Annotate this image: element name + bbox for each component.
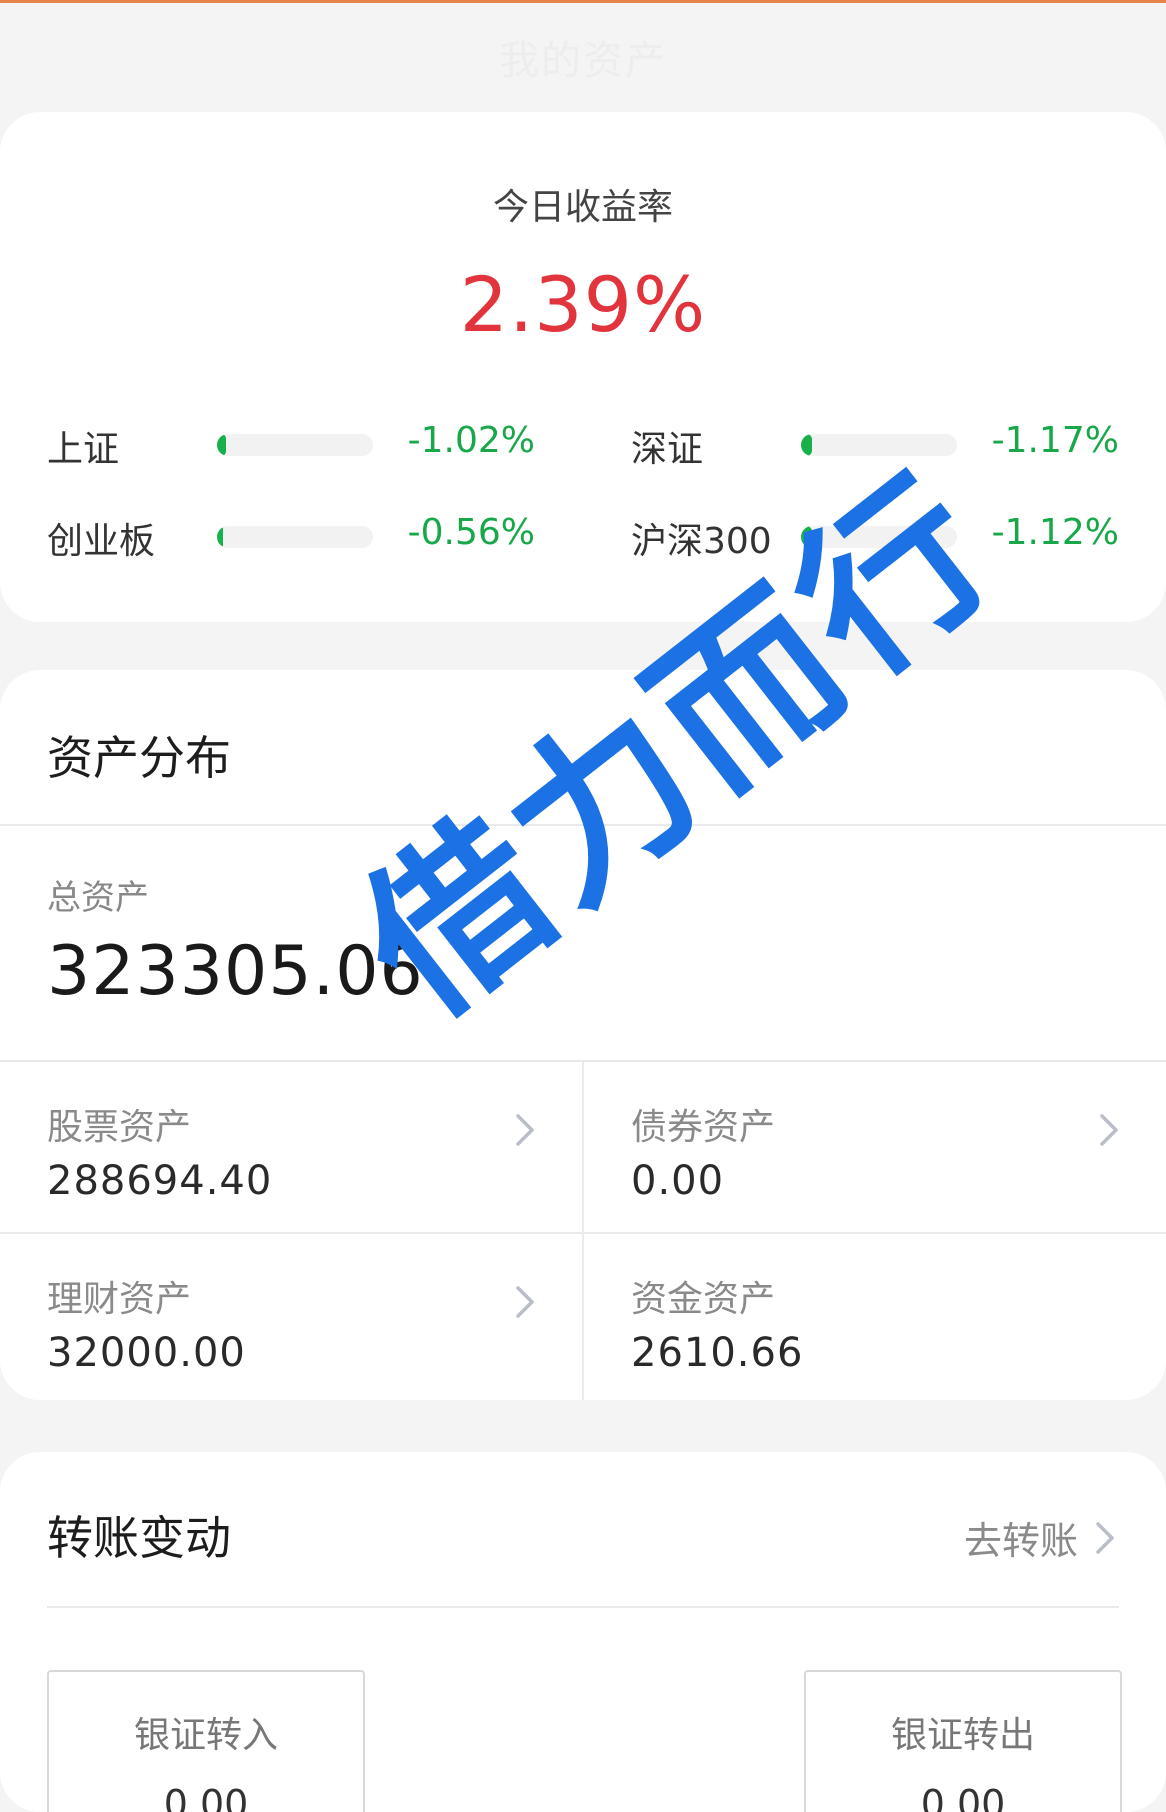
top-accent-line [0, 0, 1166, 3]
index-name: 创业板 [47, 521, 156, 562]
wealth-assets-item[interactable]: 理财资产 32000.00 [0, 1234, 583, 1400]
go-transfer-label: 去转账 [963, 1519, 1078, 1563]
cash-assets-item: 资金资产 2610.66 [584, 1234, 1166, 1400]
index-row-shanghai: 上证 -1.02% [47, 412, 535, 472]
stock-assets-item[interactable]: 股票资产 288694.40 [0, 1062, 583, 1232]
index-change: -1.02% [407, 420, 535, 461]
page-title: 我的资产 [499, 38, 667, 84]
chevron-right-icon [516, 1286, 534, 1318]
stock-assets-label: 股票资产 [47, 1107, 192, 1148]
wealth-assets-value: 32000.00 [47, 1330, 246, 1376]
index-name: 沪深300 [631, 521, 772, 562]
total-assets-label: 总资产 [47, 878, 149, 918]
index-row-chinext: 创业板 -0.56% [47, 504, 535, 564]
transfer-out-value: 0.00 [920, 1782, 1006, 1812]
daily-yield-card: 今日收益率 2.39% 上证 -1.02% 深证 -1.17% 创业板 -0.5… [0, 112, 1166, 622]
transfer-card: 转账变动 去转账 银证转入 0.00 银证转出 0.00 [0, 1452, 1166, 1812]
index-name: 深证 [631, 429, 704, 470]
divider [47, 1606, 1119, 1608]
index-bar [801, 434, 957, 456]
transfer-in-value: 0.00 [163, 1782, 249, 1812]
stock-assets-value: 288694.40 [47, 1158, 273, 1204]
index-bar [217, 434, 373, 456]
total-assets-value: 323305.06 [47, 932, 424, 1011]
divider [0, 824, 1166, 826]
chevron-right-icon [1100, 1114, 1118, 1146]
index-bar [801, 526, 957, 548]
cash-assets-value: 2610.66 [631, 1330, 804, 1376]
bank-to-securities-button[interactable]: 银证转入 0.00 [47, 1670, 365, 1812]
index-change: -1.12% [991, 512, 1119, 553]
index-name: 上证 [47, 429, 120, 470]
index-bar-fill [217, 526, 224, 548]
wealth-assets-label: 理财资产 [47, 1279, 192, 1320]
go-transfer-link[interactable]: 去转账 [964, 1510, 1116, 1565]
asset-distribution-card: 资产分布 总资产 323305.06 股票资产 288694.40 债券资产 0… [0, 670, 1166, 1400]
index-change: -0.56% [407, 512, 535, 553]
index-row-shenzhen: 深证 -1.17% [631, 412, 1119, 472]
index-row-csi300: 沪深300 -1.12% [631, 504, 1119, 564]
chevron-right-icon [516, 1114, 534, 1146]
index-bar-fill [801, 526, 812, 548]
cash-assets-label: 资金资产 [631, 1279, 776, 1320]
transfer-in-label: 银证转入 [133, 1715, 278, 1756]
bond-assets-item[interactable]: 债券资产 0.00 [584, 1062, 1166, 1232]
transfer-out-label: 银证转出 [890, 1715, 1035, 1756]
section-title: 转账变动 [47, 1511, 231, 1565]
index-bar-fill [801, 434, 812, 456]
bond-assets-label: 债券资产 [631, 1107, 776, 1148]
chevron-right-icon [1096, 1521, 1114, 1554]
bond-assets-value: 0.00 [631, 1158, 725, 1204]
yield-label: 今日收益率 [492, 187, 673, 228]
securities-to-bank-button[interactable]: 银证转出 0.00 [804, 1670, 1122, 1812]
section-title: 资产分布 [47, 731, 231, 785]
vertical-divider [582, 1062, 584, 1400]
index-bar [217, 526, 373, 548]
yield-value: 2.39% [459, 260, 707, 349]
index-bar-fill [217, 434, 227, 456]
index-change: -1.17% [991, 420, 1119, 461]
